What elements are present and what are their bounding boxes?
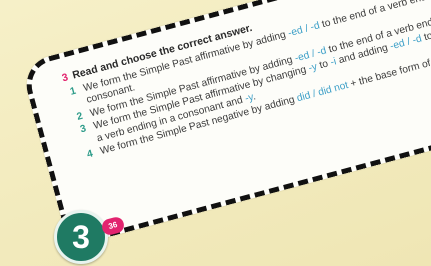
textbook-page: 3 Read and choose the correct answer. 1 … [0,0,431,266]
item-number: 1 [68,85,78,98]
exercise-content: 3 Read and choose the correct answer. 1 … [61,0,431,164]
exercise-number: 3 [60,71,70,85]
item-number: 4 [85,148,95,161]
item-number: 3 [79,123,88,136]
unit-number-badge: 3 [54,210,108,264]
